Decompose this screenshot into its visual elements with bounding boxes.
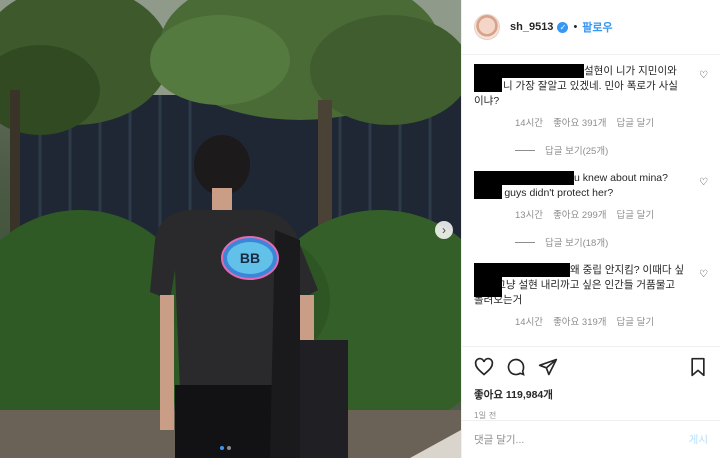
share-paper-plane-icon[interactable] xyxy=(538,357,558,377)
post-likes-count[interactable]: 좋아요 119,984개 xyxy=(474,387,708,402)
redacted-commenter-avatar xyxy=(474,263,502,297)
comment-time[interactable]: 14시간 xyxy=(515,314,543,328)
instagram-post: BB › sh_9513 ✓ • 팔로우 설현이 니가 지민이와 단짝이니 가장… xyxy=(0,0,720,458)
reply-button[interactable]: 답글 달기 xyxy=(617,207,655,221)
header-separator: • xyxy=(573,21,578,33)
bookmark-icon[interactable] xyxy=(688,357,708,377)
comment-text: 왜 중립 안지킴? 이때다 싶어서 그냥 설현 내리까고 싶은 인간들 거품물고… xyxy=(474,263,686,308)
post-sidebar: sh_9513 ✓ • 팔로우 설현이 니가 지민이와 단짝이니 가장 잘알고 … xyxy=(461,0,720,458)
photo-illustration: BB xyxy=(0,0,461,458)
comment-meta: 14시간 좋아요 391개 답글 달기 xyxy=(474,115,686,129)
comment-likes[interactable]: 좋아요 391개 xyxy=(553,115,606,129)
comment-item: 설현이 니가 지민이와 단짝이니 가장 잘알고 있겠네. 민아 폭로가 사실이냐… xyxy=(474,64,708,157)
redacted-commenter-avatar xyxy=(474,64,502,92)
comment-like-heart-icon[interactable]: ♡ xyxy=(699,177,708,188)
view-replies-button[interactable]: 답글 보기(25개) xyxy=(474,143,686,157)
comment-like-heart-icon[interactable]: ♡ xyxy=(699,70,708,81)
reply-button[interactable]: 답글 달기 xyxy=(617,314,655,328)
comments-list[interactable]: 설현이 니가 지민이와 단짝이니 가장 잘알고 있겠네. 민아 폭로가 사실이냐… xyxy=(462,56,720,345)
comment-input[interactable] xyxy=(474,433,689,446)
verified-badge-icon: ✓ xyxy=(557,21,569,33)
carousel-dot xyxy=(227,446,231,450)
view-replies-label: 답글 보기(25개) xyxy=(545,146,609,157)
carousel-dot-active xyxy=(220,446,224,450)
carousel-dots xyxy=(220,446,231,450)
reply-button[interactable]: 답글 달기 xyxy=(617,115,655,129)
comment-bubble-icon[interactable] xyxy=(506,357,526,377)
add-comment-bar: 게시 xyxy=(462,420,720,458)
comment-item: u knew about mina? why u guys didn't pro… xyxy=(474,171,708,249)
comment-like-heart-icon[interactable]: ♡ xyxy=(699,269,708,280)
comment-text: 설현이 니가 지민이와 단짝이니 가장 잘알고 있겠네. 민아 폭로가 사실이냐… xyxy=(474,64,686,109)
like-heart-icon[interactable] xyxy=(474,357,494,377)
shirt-logo-text: BB xyxy=(240,250,260,266)
comment-item: 왜 중립 안지킴? 이때다 싶어서 그냥 설현 내리까고 싶은 인간들 거품물고… xyxy=(474,263,708,328)
follow-button[interactable]: 팔로우 xyxy=(582,19,612,35)
view-replies-label: 답글 보기(18개) xyxy=(545,238,609,249)
comment-text: u knew about mina? why u guys didn't pro… xyxy=(474,171,686,201)
post-photo[interactable]: BB › xyxy=(0,0,461,458)
comment-likes[interactable]: 좋아요 319개 xyxy=(553,314,606,328)
view-replies-button[interactable]: 답글 보기(18개) xyxy=(474,235,686,249)
replies-divider xyxy=(515,241,535,243)
username-link[interactable]: sh_9513 xyxy=(510,21,553,33)
comment-meta: 14시간 좋아요 319개 답글 달기 xyxy=(474,314,686,328)
comment-time[interactable]: 13시간 xyxy=(515,207,543,221)
avatar[interactable] xyxy=(474,14,500,40)
redacted-commenter-avatar xyxy=(474,171,502,199)
next-photo-button[interactable]: › xyxy=(435,221,453,239)
comment-meta: 13시간 좋아요 299개 답글 달기 xyxy=(474,207,686,221)
comment-likes[interactable]: 좋아요 299개 xyxy=(553,207,606,221)
post-actions: 좋아요 119,984개 1일 전 xyxy=(462,346,720,421)
post-header: sh_9513 ✓ • 팔로우 xyxy=(462,0,720,55)
action-icons xyxy=(474,355,708,379)
replies-divider xyxy=(515,149,535,151)
comment-time[interactable]: 14시간 xyxy=(515,115,543,129)
post-comment-button[interactable]: 게시 xyxy=(689,432,708,447)
